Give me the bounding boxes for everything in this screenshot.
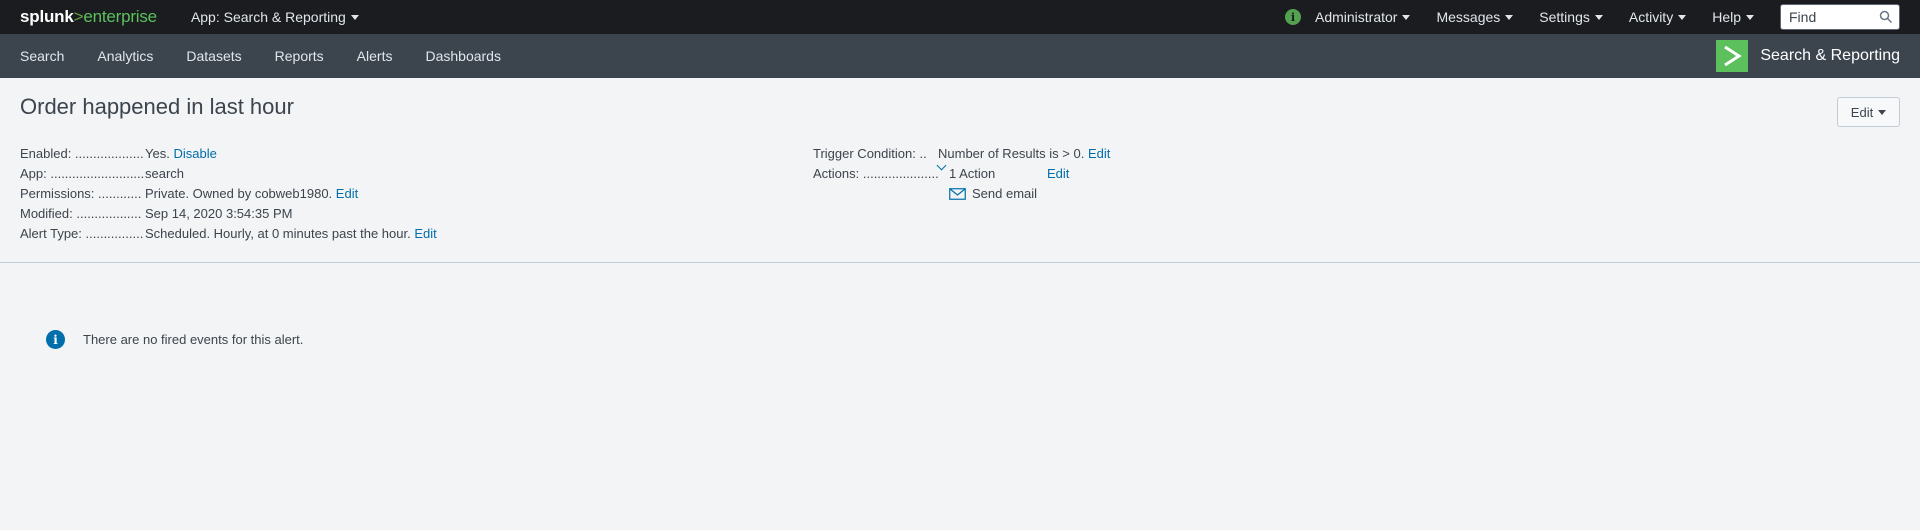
menu-settings-label: Settings <box>1539 9 1590 25</box>
app-key: App: .......................... <box>20 166 145 181</box>
envelope-icon <box>949 188 966 200</box>
app-menu[interactable]: App: Search & Reporting <box>191 9 359 25</box>
logo-text-splunk: splunk <box>20 7 74 26</box>
trigger-value: Number of Results is > 0. <box>938 146 1085 161</box>
menu-help[interactable]: Help <box>1712 9 1754 25</box>
meta-row-trigger: Trigger Condition: .. Number of Results … <box>813 144 1110 164</box>
chevron-down-icon <box>1505 14 1514 20</box>
app-title[interactable]: Search & Reporting <box>1716 34 1900 78</box>
meta-row-permissions: Permissions: ............ Private. Owned… <box>20 184 437 204</box>
alert-details: Order happened in last hour Edit Enabled… <box>0 78 1920 263</box>
menu-messages[interactable]: Messages <box>1436 9 1514 25</box>
actions-key: Actions: ..................... <box>813 166 938 181</box>
chevron-down-icon <box>1678 14 1687 20</box>
menu-administrator[interactable]: Administrator <box>1314 9 1411 25</box>
page-title: Order happened in last hour <box>20 94 294 119</box>
no-events-notice: i There are no fired events for this ale… <box>46 330 303 349</box>
nav-analytics[interactable]: Analytics <box>97 48 153 64</box>
info-icon: i <box>46 330 65 349</box>
nav-search[interactable]: Search <box>20 48 64 64</box>
enabled-value: Yes. <box>145 146 170 161</box>
chevron-down-icon <box>1594 14 1603 20</box>
meta-row-enabled: Enabled: ................... Yes. Disabl… <box>20 144 437 164</box>
no-events-message: There are no fired events for this alert… <box>83 332 304 347</box>
meta-row-app: App: .......................... search <box>20 164 437 184</box>
health-status-icon[interactable]: i <box>1284 9 1301 25</box>
modified-key: Modified: .................. <box>20 206 142 221</box>
modified-value: Sep 14, 2020 3:54:35 PM <box>145 206 293 221</box>
find-placeholder: Find <box>1789 9 1817 25</box>
action-send-email: Send email <box>813 184 1110 204</box>
splunk-logo[interactable]: splunk > enterprise <box>20 7 157 27</box>
nav-datasets[interactable]: Datasets <box>186 48 241 64</box>
find-input[interactable]: Find <box>1780 4 1900 30</box>
disable-link[interactable]: Disable <box>173 144 216 164</box>
search-icon[interactable] <box>1879 10 1893 24</box>
trigger-edit-link[interactable]: Edit <box>1088 144 1110 164</box>
app-value: search <box>145 166 185 181</box>
actions-count[interactable]: 1 Action <box>949 164 1047 184</box>
logo-text-enterprise: enterprise <box>83 7 157 26</box>
menu-activity-label: Activity <box>1628 9 1674 25</box>
edit-button-label: Edit <box>1850 104 1874 120</box>
chevron-right-icon <box>1724 45 1743 67</box>
app-title-label: Search & Reporting <box>1760 47 1900 64</box>
nav-reports[interactable]: Reports <box>275 48 324 64</box>
actions-edit-link[interactable]: Edit <box>1047 164 1069 184</box>
chevron-down-icon <box>1746 14 1754 20</box>
alert-type-key: Alert Type: ................ <box>20 226 144 241</box>
meta-row-modified: Modified: .................. Sep 14, 202… <box>20 204 437 224</box>
top-bar: splunk > enterprise App: Search & Reportin… <box>0 0 1920 34</box>
nav-alerts[interactable]: Alerts <box>357 48 393 64</box>
alert-meta-right: Trigger Condition: .. Number of Results … <box>813 144 1110 204</box>
permissions-value: Private. Owned by cobweb1980. <box>145 186 333 201</box>
logo-text-chevron: > <box>73 7 84 26</box>
meta-row-alert-type: Alert Type: ................ Scheduled. … <box>20 224 437 244</box>
app-nav-bar: Search Analytics Datasets Reports Alerts… <box>0 34 1920 78</box>
enabled-key: Enabled: ................... <box>20 146 144 161</box>
chevron-down-icon <box>350 14 359 20</box>
edit-button[interactable]: Edit <box>1837 97 1900 127</box>
top-right-menus: i Administrator Messages Settings Activi… <box>1284 0 1900 34</box>
menu-help-label: Help <box>1712 9 1741 25</box>
menu-settings[interactable]: Settings <box>1539 9 1603 25</box>
trigger-key: Trigger Condition: .. <box>813 146 927 161</box>
nav-dashboards[interactable]: Dashboards <box>425 48 501 64</box>
permissions-key: Permissions: ............ <box>20 186 142 201</box>
app-icon <box>1716 40 1749 72</box>
menu-activity[interactable]: Activity <box>1628 9 1687 25</box>
chevron-down-icon <box>1402 14 1411 20</box>
alert-meta-left: Enabled: ................... Yes. Disabl… <box>20 144 437 244</box>
app-menu-label: App: Search & Reporting <box>190 9 346 25</box>
menu-messages-label: Messages <box>1436 9 1501 25</box>
chevron-down-icon <box>1878 109 1887 115</box>
meta-row-actions: Actions: ..................... 1 Action E… <box>813 160 1110 184</box>
menu-administrator-label: Administrator <box>1314 9 1398 25</box>
alert-type-edit-link[interactable]: Edit <box>414 224 436 244</box>
permissions-edit-link[interactable]: Edit <box>336 184 358 204</box>
alert-type-value: Scheduled. Hourly, at 0 minutes past the… <box>145 226 411 241</box>
send-email-label: Send email <box>972 186 1038 201</box>
